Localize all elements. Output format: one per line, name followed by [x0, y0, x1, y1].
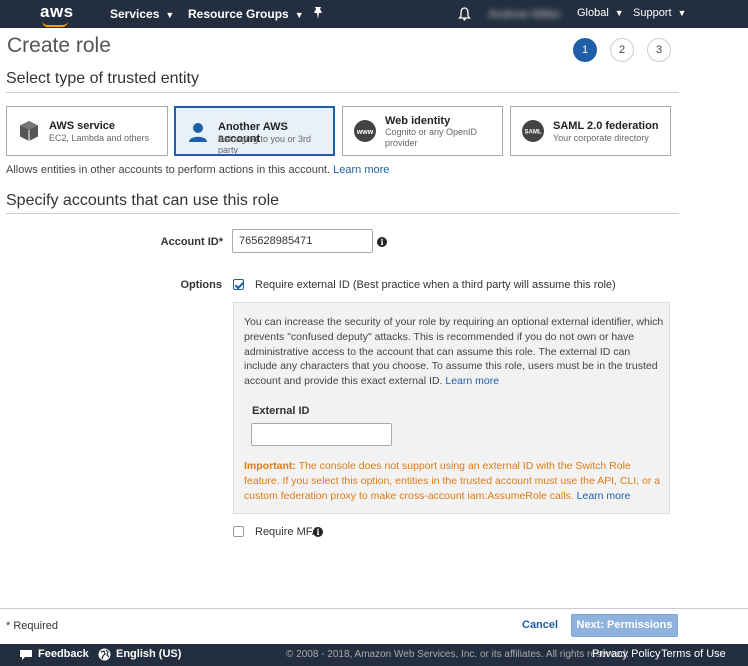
entity-card-title: SAML 2.0 federation	[553, 120, 659, 132]
required-note: * Required	[6, 620, 58, 632]
learn-more-link[interactable]: Learn more	[445, 375, 499, 387]
entity-card-subtitle: Your corporate directory	[553, 133, 649, 143]
footer-divider	[0, 608, 748, 609]
info-icon[interactable]: i	[377, 237, 387, 247]
info-icon[interactable]: i	[313, 527, 323, 537]
require-external-id-label: Require external ID (Best practice when …	[255, 279, 616, 291]
step-3[interactable]: 3	[647, 38, 671, 62]
entity-card-aws-service[interactable]: AWS service EC2, Lambda and others	[6, 106, 168, 156]
terms-of-use-link[interactable]: Terms of Use	[661, 648, 726, 660]
chevron-down-icon: ▼	[294, 10, 304, 20]
bell-icon[interactable]	[458, 7, 471, 21]
user-icon	[189, 123, 207, 142]
entity-card-title: AWS service	[49, 120, 116, 132]
resource-groups-label: Resource Groups	[188, 7, 289, 21]
region-label: Global	[577, 7, 609, 19]
entity-card-saml[interactable]: SAML SAML 2.0 federation Your corporate …	[510, 106, 671, 156]
entity-card-another-account[interactable]: Another AWS account Belonging to you or …	[174, 106, 335, 156]
resource-groups-menu[interactable]: Resource Groups ▼	[188, 7, 304, 21]
support-menu[interactable]: Support ▼	[633, 7, 686, 19]
page-title: Create role	[7, 34, 111, 57]
region-menu[interactable]: Global ▼	[577, 7, 624, 19]
learn-more-link[interactable]: Learn more	[577, 490, 631, 502]
entity-description-text: Allows entities in other accounts to per…	[6, 164, 331, 176]
support-label: Support	[633, 7, 672, 19]
aws-smile-icon	[42, 21, 68, 27]
entity-card-subtitle: EC2, Lambda and others	[49, 133, 150, 143]
cube-icon	[20, 121, 38, 141]
svg-text:SAML: SAML	[525, 130, 542, 136]
learn-more-link[interactable]: Learn more	[333, 164, 389, 176]
user-account-menu[interactable]: Andrew Miller	[488, 7, 561, 21]
services-label: Services	[110, 7, 160, 21]
account-id-label: Account ID*	[160, 236, 223, 248]
www-icon: www	[354, 120, 376, 142]
important-label: Important:	[244, 460, 296, 472]
require-mfa-label: Require MFA	[255, 526, 320, 538]
entity-description: Allows entities in other accounts to per…	[6, 164, 389, 176]
aws-logo-text: aws	[40, 2, 74, 21]
language-selector[interactable]: English (US)	[116, 648, 181, 660]
speech-bubble-icon	[20, 650, 32, 660]
section-divider	[6, 92, 679, 93]
pin-icon[interactable]	[312, 6, 324, 20]
top-navigation-bar: aws Services ▼ Resource Groups ▼ Andrew Mi…	[0, 0, 748, 28]
entity-card-web-identity[interactable]: www Web identity Cognito or any OpenID p…	[342, 106, 503, 156]
step-1: 1	[573, 38, 597, 62]
external-id-info-panel: You can increase the security of your ro…	[233, 302, 670, 514]
console-footer-bar: Feedback English (US) © 2008 - 2018, Ama…	[0, 644, 748, 666]
external-id-description: You can increase the security of your ro…	[244, 315, 664, 389]
require-external-id-checkbox[interactable]	[233, 279, 244, 290]
important-warning: Important: The console does not support …	[244, 459, 664, 503]
external-id-input[interactable]	[251, 423, 392, 446]
step-2[interactable]: 2	[610, 38, 634, 62]
cancel-button[interactable]: Cancel	[522, 619, 558, 631]
entity-card-subtitle: Belonging to you or 3rd party	[218, 134, 312, 155]
section-divider	[6, 213, 679, 214]
accounts-heading: Specify accounts that can use this role	[6, 192, 280, 209]
chevron-down-icon: ▼	[614, 8, 624, 18]
services-menu[interactable]: Services ▼	[110, 7, 174, 21]
svg-text:www: www	[356, 129, 374, 136]
globe-icon	[98, 648, 111, 661]
account-id-input[interactable]	[232, 229, 373, 253]
copyright-text: © 2008 - 2018, Amazon Web Services, Inc.…	[286, 649, 629, 660]
feedback-link[interactable]: Feedback	[38, 648, 89, 660]
options-label: Options	[180, 279, 222, 291]
next-permissions-button[interactable]: Next: Permissions	[571, 614, 678, 637]
aws-logo[interactable]: aws	[40, 2, 74, 27]
external-id-label: External ID	[252, 405, 310, 417]
privacy-policy-link[interactable]: Privacy Policy	[592, 648, 660, 660]
saml-icon: SAML	[522, 120, 544, 142]
chevron-down-icon: ▼	[677, 8, 687, 18]
require-mfa-checkbox[interactable]	[233, 526, 244, 537]
chevron-down-icon: ▼	[165, 10, 175, 20]
entity-card-title: Web identity	[385, 115, 451, 127]
trusted-entity-heading: Select type of trusted entity	[6, 70, 199, 87]
entity-card-subtitle: Cognito or any OpenID provider	[385, 127, 478, 148]
